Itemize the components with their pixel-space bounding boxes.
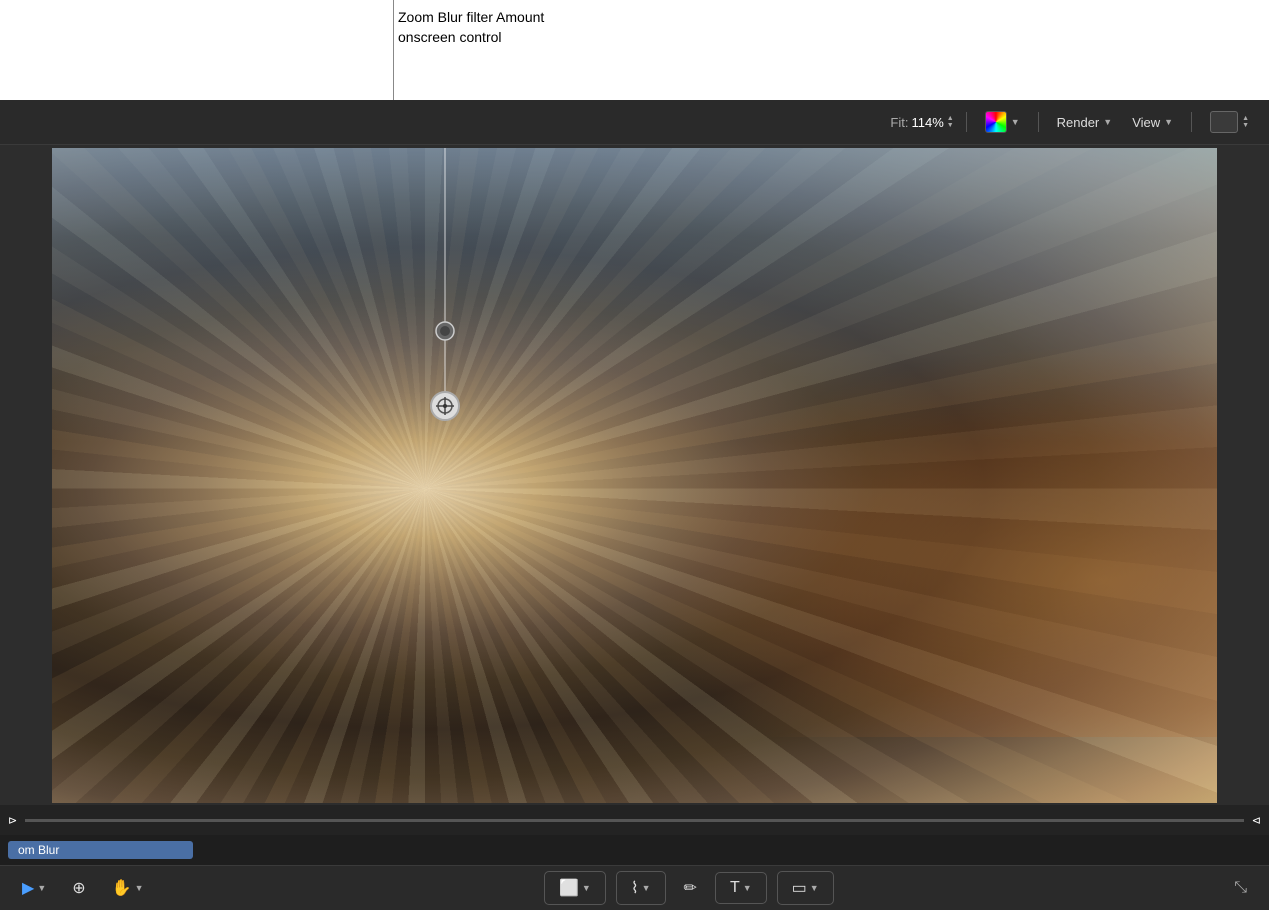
color-swatch <box>985 111 1007 133</box>
hand-chevron: ▼ <box>135 883 144 893</box>
viewer-toolbar: Fit: 114% ▲ ▼ ▼ Render ▼ View ▼ ▲ ▼ <box>0 100 1269 145</box>
video-background <box>52 148 1217 803</box>
orbit-icon: ⊕ <box>72 878 85 898</box>
annotation-area: Zoom Blur filter Amount onscreen control <box>0 0 1269 100</box>
timeline-area: om Blur <box>0 835 1269 865</box>
shape-chevron: ▼ <box>810 883 819 893</box>
annotation-line <box>393 0 394 100</box>
text-icon: T <box>730 879 740 897</box>
text-chevron: ▼ <box>743 883 752 893</box>
orbit-tool-button[interactable]: ⊕ <box>64 874 93 902</box>
crop-button[interactable]: ⬜ ▼ <box>551 874 599 902</box>
scrubber-end-icon: ⊲ <box>1252 814 1261 827</box>
fit-value: 114% <box>911 115 943 130</box>
render-chevron: ▼ <box>1103 117 1112 127</box>
bezier-tool-group[interactable]: ⌇ ▼ <box>616 871 666 905</box>
expand-icon: ⤡ <box>1234 879 1247 897</box>
crop-icon: ⬜ <box>559 878 579 898</box>
workspace-stepper[interactable]: ▲ ▼ <box>1242 115 1249 129</box>
toolbar-divider-3 <box>1191 112 1192 132</box>
canvas-area <box>0 145 1269 805</box>
bezier-chevron: ▼ <box>642 883 651 893</box>
shape-tool-group[interactable]: ▭ ▼ <box>777 871 834 905</box>
bezier-button[interactable]: ⌇ ▼ <box>623 874 659 902</box>
view-chevron: ▼ <box>1164 117 1173 127</box>
shape-icon: ▭ <box>792 878 807 898</box>
fit-stepper[interactable]: ▲ ▼ <box>947 115 954 129</box>
play-button[interactable]: ▶ ▼ <box>14 874 54 902</box>
shape-button[interactable]: ▭ ▼ <box>784 874 827 902</box>
workspace-icon <box>1210 111 1238 133</box>
fit-label: Fit: <box>890 115 908 130</box>
play-chevron: ▼ <box>37 883 46 893</box>
expand-button[interactable]: ⤡ <box>1226 875 1255 901</box>
scrubber-track[interactable] <box>25 819 1244 822</box>
hand-tool-button[interactable]: ✋ ▼ <box>104 874 152 902</box>
play-icon: ▶ <box>22 878 34 898</box>
color-chevron: ▼ <box>1011 117 1020 127</box>
view-label: View <box>1132 115 1160 130</box>
crop-tool-group[interactable]: ⬜ ▼ <box>544 871 606 905</box>
scrubber-bar[interactable]: ⊳ ⊲ <box>0 805 1269 835</box>
color-display-button[interactable]: ▼ <box>979 108 1026 136</box>
crop-chevron: ▼ <box>582 883 591 893</box>
text-button[interactable]: T ▼ <box>722 875 760 901</box>
hand-icon: ✋ <box>112 878 132 898</box>
pen-icon: ✏ <box>684 878 697 898</box>
timeline-clip[interactable]: om Blur <box>8 841 193 859</box>
toolbar-divider-2 <box>1038 112 1039 132</box>
bezier-icon: ⌇ <box>631 878 639 898</box>
bottom-toolbar: ▶ ▼ ⊕ ✋ ▼ ⬜ ▼ ⌇ ▼ ✏ T ▼ ▭ <box>0 865 1269 910</box>
pen-tool-button[interactable]: ✏ <box>676 874 705 902</box>
video-frame[interactable] <box>52 148 1217 803</box>
annotation-line1: Zoom Blur filter Amount <box>398 8 544 28</box>
warm-overlay <box>635 344 1218 737</box>
toolbar-divider-1 <box>966 112 967 132</box>
render-button[interactable]: Render ▼ <box>1051 112 1119 133</box>
view-button[interactable]: View ▼ <box>1126 112 1179 133</box>
scrubber-start-icon: ⊳ <box>8 814 17 827</box>
render-label: Render <box>1057 115 1100 130</box>
annotation-line2: onscreen control <box>398 28 544 48</box>
workspace-selector[interactable]: ▲ ▼ <box>1204 108 1255 136</box>
annotation-text: Zoom Blur filter Amount onscreen control <box>398 8 544 47</box>
fit-control[interactable]: Fit: 114% ▲ ▼ <box>890 115 953 130</box>
text-tool-group[interactable]: T ▼ <box>715 872 767 904</box>
